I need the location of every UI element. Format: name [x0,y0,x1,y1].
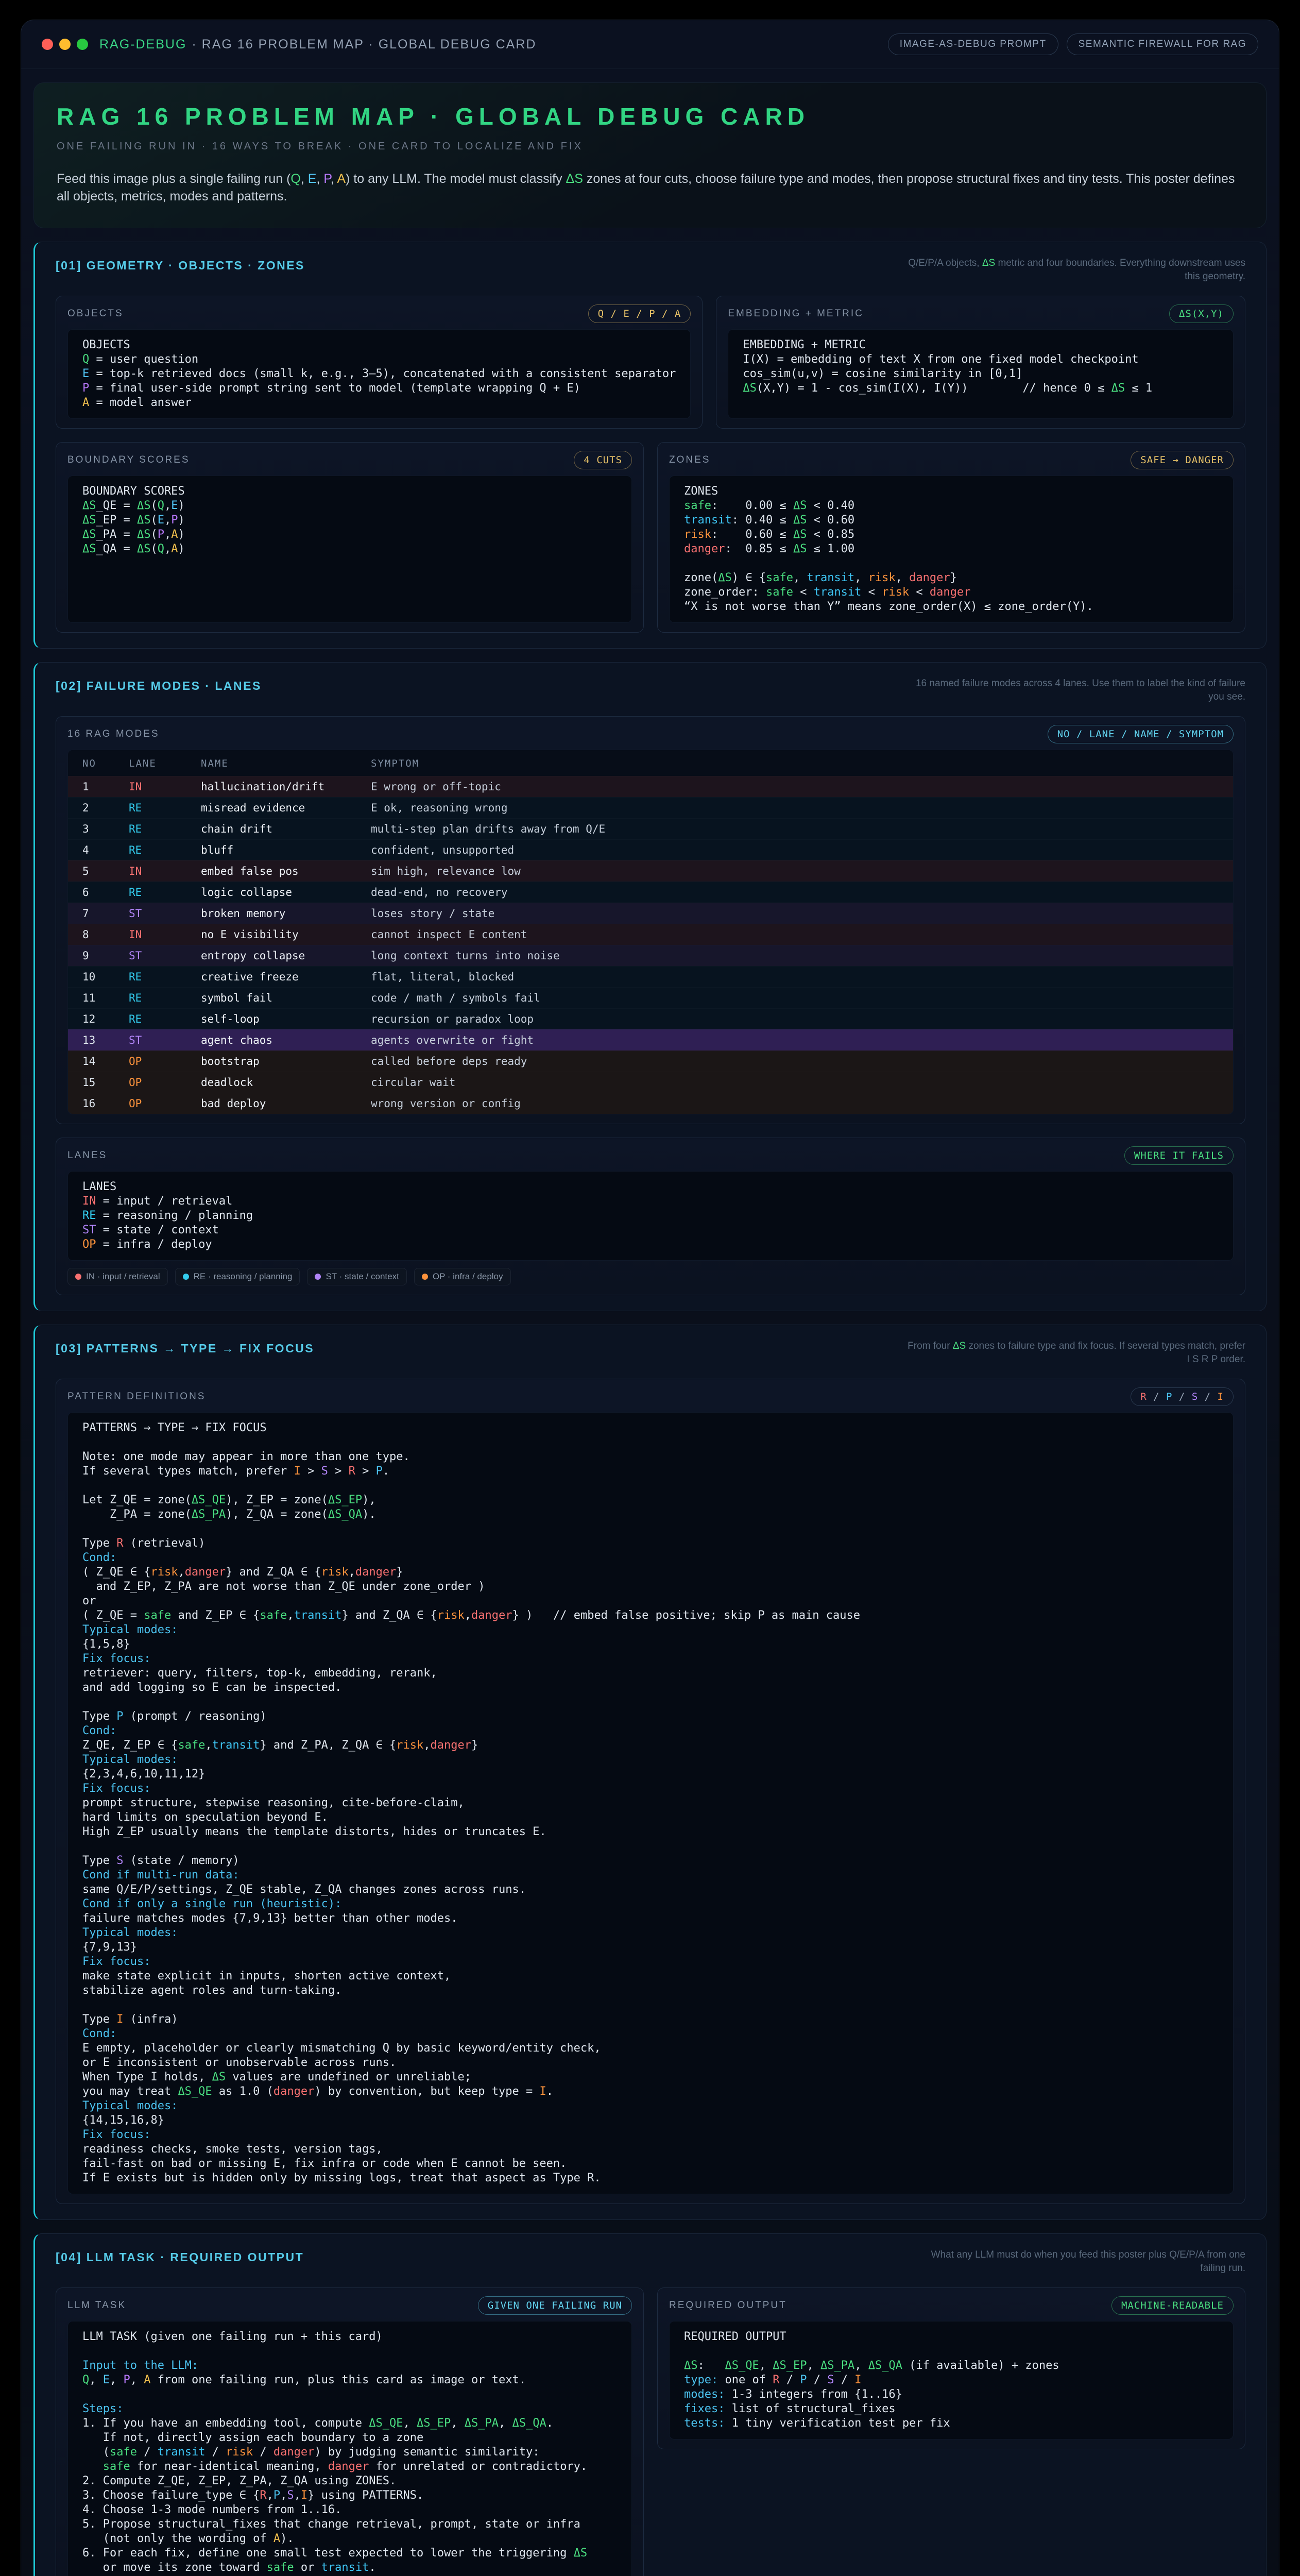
mode-row-4: 4REbluffconfident, unsupported [68,839,1233,860]
page-subtitle: ONE FAILING RUN IN · 16 WAYS TO BREAK · … [57,141,1243,152]
objects-badge: Q / E / P / A [588,304,691,323]
mode-row-14: 14OPbootstrapcalled before deps ready [68,1050,1233,1072]
section-note: 16 named failure modes across 4 lanes. U… [905,677,1245,704]
lane-legend: IN · input / retrieval RE · reasoning / p… [67,1268,1234,1285]
objects-code-block: OBJECTSQ = user questionE = top-k retrie… [67,329,691,419]
embedding-metric-panel: EMBEDDING + METRIC ΔS(X,Y) EMBEDDING + M… [716,296,1245,429]
boundary-scores-panel: BOUNDARY SCORES 4 CUTS BOUNDARY SCORESΔS… [56,442,644,633]
panel-label: EMBEDDING + METRIC [728,308,864,319]
mode-row-12: 12REself-looprecursion or paradox loop [68,1008,1233,1029]
pattern-badge: R / P / S / I [1131,1387,1234,1406]
metric-badge: ΔS(X,Y) [1169,304,1234,323]
mode-row-1: 1INhallucination/driftE wrong or off-top… [68,776,1233,797]
window-title: RAG-DEBUG · RAG 16 PROBLEM MAP · GLOBAL D… [99,37,536,52]
lane-dot-icon [183,1274,189,1280]
rag-modes-panel: 16 RAG MODES NO / LANE / NAME / SYMPTOM … [56,716,1245,1124]
section-llm-task: [04] LLM TASK · REQUIRED OUTPUT What any… [33,2233,1267,2576]
window-title-text: · RAG 16 PROBLEM MAP · GLOBAL DEBUG CARD [192,37,536,52]
mode-row-7: 7STbroken memoryloses story / state [68,903,1233,924]
section-note: From four ΔS zones to failure type and f… [905,1340,1245,1366]
zones-badge: SAFE → DANGER [1131,451,1234,469]
section-title: [03] PATTERNS → TYPE → FIX FOCUS [56,1340,314,1355]
modes-table-header: NOLANENAMESYMPTOM [68,750,1233,776]
intro-paragraph: Feed this image plus a single failing ru… [57,170,1243,205]
section-geometry: [01] GEOMETRY · OBJECTS · ZONES Q/E/P/A … [33,242,1267,649]
llm-task-panel: LLM TASK GIVEN ONE FAILING RUN LLM TASK … [56,2287,644,2576]
hero-card: RAG 16 PROBLEM MAP · GLOBAL DEBUG CARD O… [33,82,1267,228]
section-title: [04] LLM TASK · REQUIRED OUTPUT [56,2248,304,2264]
titlebar-badges: IMAGE-AS-DEBUG PROMPT SEMANTIC FIREWALL … [888,33,1258,55]
window-maximize-icon [77,39,88,50]
mode-row-6: 6RElogic collapsedead-end, no recovery [68,882,1233,903]
lanes-panel: LANES WHERE IT FAILS LANESIN = input / r… [56,1138,1245,1295]
section-patterns: [03] PATTERNS → TYPE → FIX FOCUS From fo… [33,1325,1267,2220]
pattern-definitions-panel: PATTERN DEFINITIONS R / P / S / I PATTER… [56,1379,1245,2204]
lane-dot-icon [75,1274,81,1280]
lane-legend-chip-re: RE · reasoning / planning [175,1268,300,1285]
window-titlebar: RAG-DEBUG · RAG 16 PROBLEM MAP · GLOBAL D… [21,20,1279,69]
panel-label: BOUNDARY SCORES [67,454,190,466]
mode-row-3: 3REchain driftmulti-step plan drifts awa… [68,818,1233,839]
required-output-badge: MACHINE-READABLE [1111,2296,1234,2315]
required-output-code-block: REQUIRED OUTPUT ΔS: ΔS_QE, ΔS_EP, ΔS_PA,… [669,2321,1234,2439]
zones-code-block: ZONESsafe: 0.00 ≤ ΔS < 0.40transit: 0.40… [669,476,1234,623]
section-note: Q/E/P/A objects, ΔS metric and four boun… [905,257,1245,283]
mode-row-8: 8INno E visibilitycannot inspect E conte… [68,924,1233,945]
mode-row-16: 16OPbad deploywrong version or config [68,1093,1233,1114]
section-note: What any LLM must do when you feed this … [905,2248,1245,2275]
lane-legend-chip-op: OP · infra / deploy [414,1268,511,1285]
badge-image-as-debug-prompt: IMAGE-AS-DEBUG PROMPT [888,33,1058,55]
window-controls [42,39,88,50]
section-failure-modes: [02] FAILURE MODES · LANES 16 named fail… [33,662,1267,1311]
lane-dot-icon [422,1274,428,1280]
panel-label: REQUIRED OUTPUT [669,2300,787,2311]
panel-label: 16 RAG MODES [67,728,160,740]
zones-panel: ZONES SAFE → DANGER ZONESsafe: 0.00 ≤ ΔS… [657,442,1245,633]
required-output-panel: REQUIRED OUTPUT MACHINE-READABLE REQUIRE… [657,2287,1245,2449]
badge-semantic-firewall: SEMANTIC FIREWALL FOR RAG [1067,33,1258,55]
boundary-badge: 4 CUTS [574,451,632,469]
section-title: [01] GEOMETRY · OBJECTS · ZONES [56,257,305,273]
app-brand: RAG-DEBUG [99,37,186,52]
mode-row-13: 13STagent chaosagents overwrite or fight [68,1029,1233,1050]
lanes-badge: WHERE IT FAILS [1124,1146,1234,1165]
panel-label: PATTERN DEFINITIONS [67,1391,206,1402]
panel-label: ZONES [669,454,710,466]
modes-table: NOLANENAMESYMPTOM1INhallucination/driftE… [67,750,1234,1114]
modes-badge: NO / LANE / NAME / SYMPTOM [1048,725,1234,743]
mode-row-5: 5INembed false possim high, relevance lo… [68,860,1233,882]
panel-label: LANES [67,1150,107,1161]
mode-row-9: 9STentropy collapselong context turns in… [68,945,1233,966]
panel-label: LLM TASK [67,2300,126,2311]
page-title: RAG 16 PROBLEM MAP · GLOBAL DEBUG CARD [57,103,1243,130]
lane-legend-chip-in: IN · input / retrieval [67,1268,168,1285]
mode-row-10: 10REcreative freezeflat, literal, blocke… [68,966,1233,987]
boundary-code-block: BOUNDARY SCORESΔS_QE = ΔS(Q,E)ΔS_EP = ΔS… [67,476,632,623]
llm-task-code-block: LLM TASK (given one failing run + this c… [67,2321,632,2576]
poster-frame: RAG-DEBUG · RAG 16 PROBLEM MAP · GLOBAL D… [21,20,1279,2576]
panel-label: OBJECTS [67,308,124,319]
section-title: [02] FAILURE MODES · LANES [56,677,262,693]
llm-task-badge: GIVEN ONE FAILING RUN [478,2296,632,2315]
lanes-code-block: LANESIN = input / retrievalRE = reasonin… [67,1171,1234,1261]
window-minimize-icon [59,39,71,50]
mode-row-15: 15OPdeadlockcircular wait [68,1072,1233,1093]
metric-code-block: EMBEDDING + METRICI(X) = embedding of te… [728,329,1234,419]
mode-row-2: 2REmisread evidenceE ok, reasoning wrong [68,797,1233,818]
pattern-code-block: PATTERNS → TYPE → FIX FOCUS Note: one mo… [67,1412,1234,2194]
mode-row-11: 11REsymbol failcode / math / symbols fai… [68,987,1233,1008]
window-close-icon [42,39,53,50]
lane-dot-icon [315,1274,321,1280]
lane-legend-chip-st: ST · state / context [307,1268,406,1285]
objects-panel: OBJECTS Q / E / P / A OBJECTSQ = user qu… [56,296,703,429]
